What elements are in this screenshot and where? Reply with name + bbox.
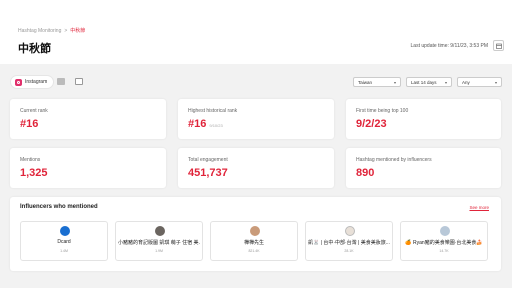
see-more-link[interactable]: See more [469,205,489,210]
stat-value: 1,325 [20,167,48,179]
chevron-down-icon: ▾ [494,79,497,85]
page-title: 中秋節 [18,43,51,55]
facebook-icon[interactable] [57,78,65,85]
influencer-followers: 14.7K [439,249,449,253]
influencers-panel: Influencers who mentioned See more Dcard… [10,197,501,271]
breadcrumb-current: 中秋節 [70,28,86,34]
platform-tab-label: Instagram [25,79,48,85]
stat-value: #16 9/10/23 [188,118,223,130]
influencer-name: 凱🐰 | 台中·中部·台灣 | 美食美妝旅... [308,240,390,246]
stat-card-influencer-mentions: Hashtag mentioned by influencers 890 [346,148,501,188]
influencer-name: 樺樺先生 [243,240,264,246]
stat-label: Hashtag mentioned by influencers [356,157,432,163]
calendar-button[interactable] [493,40,504,51]
platform-tab-instagram[interactable]: Instagram [10,75,55,89]
region-select[interactable]: Taiwan ▾ [353,77,401,87]
influencer-card[interactable]: 🍊 Ryan豬的美食樂園·台北美食🍰 14.7K [400,221,488,261]
influencer-card[interactable]: 樺樺先生 821.4K [210,221,298,261]
avatar [250,226,260,236]
influencer-card[interactable]: 凱🐰 | 台中·中部·台灣 | 美食美妝旅... 28.1K [305,221,393,261]
avatar [60,226,70,236]
avatar [155,226,165,236]
influencer-name: 🍊 Ryan豬的美食樂園·台北美食🍰 [405,240,483,246]
calendar-icon [496,43,502,49]
chevron-down-icon: ▾ [444,79,447,85]
influencer-followers: 1.9M [155,249,163,253]
stat-label: Highest historical rank [188,108,238,114]
influencer-followers: 821.4K [248,249,260,253]
instagram-icon [15,78,22,86]
region-select-value: Taiwan [358,79,373,85]
period-select-value: Last 14 days [411,79,437,85]
influencers-title: Influencers who mentioned [20,204,98,210]
stat-card-mentions: Mentions 1,325 [10,148,166,188]
stat-value: 451,737 [188,167,228,179]
influencer-card[interactable]: Dcard 1.4M [20,221,108,261]
avatar [345,226,355,236]
type-select-value: Any [462,79,470,85]
last-update-text: Last update time: 9/11/23, 3:53 PM [410,43,488,49]
chevron-down-icon: ▾ [393,79,396,85]
avatar [440,226,450,236]
stat-card-total-engagement: Total engagement 451,737 [178,148,334,188]
influencer-card[interactable]: 小豬豬的育記版圖 凱琪 萌子 住宿 美... 1.9M [115,221,203,261]
breadcrumb-separator: > [64,28,68,34]
stat-value: #16 [20,118,39,130]
influencer-name: Dcard [57,239,71,245]
stat-label: First time being top 100 [356,108,409,114]
influencer-followers: 28.1K [344,249,354,253]
stat-card-first-top100: First time being top 100 9/2/23 [346,99,501,139]
youtube-icon[interactable] [75,78,83,85]
filter-bar: Instagram Taiwan ▾ Last 14 days ▾ Any ▾ [0,71,512,93]
stat-value: 9/2/23 [356,118,387,130]
breadcrumb: Hashtag Monitoring > 中秋節 [18,27,85,34]
influencer-name: 小豬豬的育記版圖 凱琪 萌子 住宿 美... [118,240,200,246]
period-select[interactable]: Last 14 days ▾ [406,77,452,87]
stat-label: Current rank [20,108,48,114]
influencer-followers: 1.4M [60,249,68,253]
stat-card-current-rank: Current rank #16 [10,99,166,139]
stat-value: 890 [356,167,375,179]
stat-date: 9/10/23 [209,123,223,128]
stat-label: Total engagement [188,157,228,163]
breadcrumb-parent-link[interactable]: Hashtag Monitoring [18,28,61,34]
stat-card-highest-rank: Highest historical rank #16 9/10/23 [178,99,334,139]
stat-label: Mentions [20,157,41,163]
page-header: Hashtag Monitoring > 中秋節 中秋節 Last update t… [0,0,512,64]
type-select[interactable]: Any ▾ [457,77,502,87]
